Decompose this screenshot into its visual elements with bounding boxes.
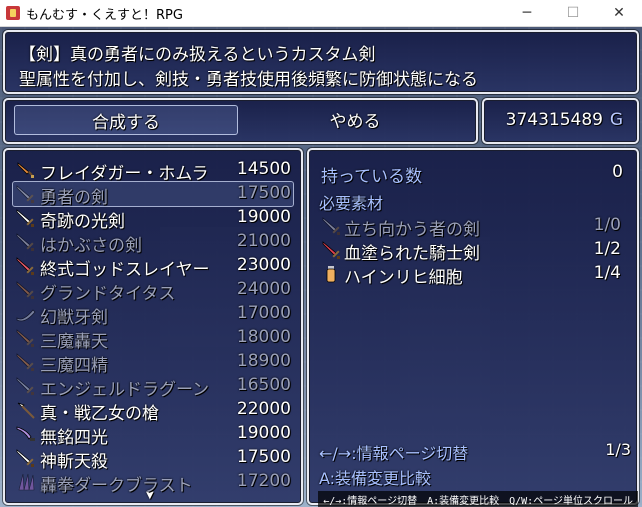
item-price: 21000 [236, 231, 291, 251]
item-row[interactable]: 轟拳ダークブラスト 17200 [13, 470, 293, 496]
item-row[interactable]: 神斬天殺 17500 [13, 446, 293, 472]
sword-icon [321, 240, 341, 260]
material-count: 1/4 [593, 263, 621, 283]
fang-sword-icon [15, 304, 37, 324]
minimize-button[interactable]: ─ [504, 0, 550, 26]
material-row: 血塗られた騎士剣 1/2 [319, 238, 625, 264]
help-line-1: 【剣】真の勇者にのみ扱えるというカスタム剣 [19, 45, 376, 65]
owned-label: 持っている数 [321, 167, 423, 187]
material-row: ハインリヒ細胞 1/4 [319, 262, 625, 288]
item-row[interactable]: 三魔轟天 18000 [13, 326, 293, 352]
spear-icon [15, 400, 37, 420]
material-count: 1/2 [593, 239, 621, 259]
close-button[interactable]: ✕ [596, 0, 642, 26]
material-name: ハインリヒ細胞 [344, 268, 463, 288]
item-name: 幻獣牙剣 [40, 308, 108, 328]
item-price: 18900 [236, 351, 291, 371]
material-count: 1/0 [593, 215, 621, 235]
sword-icon [15, 184, 37, 204]
sword-icon [15, 328, 37, 348]
item-name: 真・戦乙女の槍 [40, 404, 159, 424]
compare-help: A:装備変更比較 [319, 469, 432, 488]
item-price: 19000 [236, 207, 291, 227]
item-price: 17000 [236, 303, 291, 323]
item-name: グランドタイタス [40, 284, 176, 304]
game-screen: 【剣】真の勇者にのみ扱えるというカスタム剣 聖属性を付加し、剣技・勇者技使用後頻… [0, 27, 642, 507]
item-price: 23000 [236, 255, 291, 275]
item-name: はかぶさの剣 [40, 236, 142, 256]
help-line-2: 聖属性を付加し、剣技・勇者技使用後頻繁に防御状態になる [19, 70, 478, 90]
owned-value: 0 [612, 162, 623, 182]
claw-icon [15, 472, 37, 492]
gold-window: 374315489 G [482, 98, 639, 144]
cancel-button[interactable]: やめる [255, 105, 455, 133]
sword-icon [15, 280, 37, 300]
katana-icon [15, 424, 37, 444]
sword-icon [15, 448, 37, 468]
item-row[interactable]: 奇跡の光剣 19000 [13, 206, 293, 232]
key-help-bar: ←/→:情報ページ切替 A:装備変更比較 Q/W:ページ単位スクロール [318, 491, 638, 507]
page-number: 1/3 [605, 440, 631, 459]
required-materials-label: 必要素材 [319, 194, 384, 213]
item-name: 轟拳ダークブラスト [40, 476, 193, 496]
item-price: 17500 [236, 447, 291, 467]
item-name: 三魔四精 [40, 356, 108, 376]
item-price: 18000 [236, 327, 291, 347]
item-name: 三魔轟天 [40, 332, 108, 352]
maximize-button[interactable]: ☐ [550, 0, 596, 26]
item-price: 14500 [236, 159, 291, 179]
synthesize-button[interactable]: 合成する [14, 105, 238, 135]
window-title: もんむす・くえすと！RPG [26, 7, 183, 23]
item-price: 16500 [236, 375, 291, 395]
sword-icon [321, 216, 341, 236]
sword-icon [15, 376, 37, 396]
item-row[interactable]: 終式ゴッドスレイヤー 23000 [13, 254, 293, 280]
title-bar: もんむす・くえすと！RPG ─ ☐ ✕ [0, 0, 642, 27]
item-row[interactable]: 真・戦乙女の槍 22000 [13, 398, 293, 424]
sword-icon [15, 352, 37, 372]
material-row: 立ち向かう者の剣 1/0 [319, 214, 625, 240]
item-name: 勇者の剣 [40, 188, 108, 208]
item-list-window: ▼ フレイダガー・ホムラ 14500 勇者の剣 17500 奇跡の光剣 19000 はかぶさ… [3, 148, 303, 505]
info-window: 持っている数 0 必要素材 ←/→:情報ページ切替 1/3 A:装備変更比較 立… [307, 148, 639, 505]
item-price: 19000 [236, 423, 291, 443]
item-row[interactable]: 無銘四光 19000 [13, 422, 293, 448]
command-window: 合成する やめる [3, 98, 478, 144]
item-name: エンジェルドラグーン [40, 380, 210, 400]
item-row[interactable]: 三魔四精 18900 [13, 350, 293, 376]
item-row[interactable]: 幻獣牙剣 17000 [13, 302, 293, 328]
item-row[interactable]: グランドタイタス 24000 [13, 278, 293, 304]
item-name: 奇跡の光剣 [40, 212, 125, 232]
dagger-icon [15, 160, 37, 180]
item-name: フレイダガー・ホムラ [40, 164, 209, 184]
sword-icon [15, 208, 37, 228]
item-row[interactable]: はかぶさの剣 21000 [13, 230, 293, 256]
item-name: 無銘四光 [40, 428, 108, 448]
item-name: 終式ゴッドスレイヤー [40, 260, 210, 280]
page-switch-help: ←/→:情報ページ切替 [319, 444, 469, 463]
item-row[interactable]: フレイダガー・ホムラ 14500 [13, 158, 293, 184]
gold-amount: 374315489 [505, 110, 603, 130]
material-name: 立ち向かう者の剣 [344, 220, 480, 240]
item-name: 神斬天殺 [40, 452, 108, 472]
item-price: 17500 [236, 183, 291, 203]
item-price: 22000 [236, 399, 291, 419]
gold-unit: G [609, 110, 623, 130]
item-price: 24000 [236, 279, 291, 299]
material-name: 血塗られた騎士剣 [344, 244, 480, 264]
item-row[interactable]: エンジェルドラグーン 16500 [13, 374, 293, 400]
item-row[interactable]: 勇者の剣 17500 [12, 181, 294, 208]
sword-icon [15, 256, 37, 276]
help-window: 【剣】真の勇者にのみ扱えるというカスタム剣 聖属性を付加し、剣技・勇者技使用後頻… [3, 30, 639, 94]
item-price: 17200 [236, 471, 291, 491]
sword-icon [15, 232, 37, 252]
app-icon [6, 6, 20, 20]
window-controls: ─ ☐ ✕ [504, 0, 642, 26]
vial-icon [321, 264, 341, 284]
